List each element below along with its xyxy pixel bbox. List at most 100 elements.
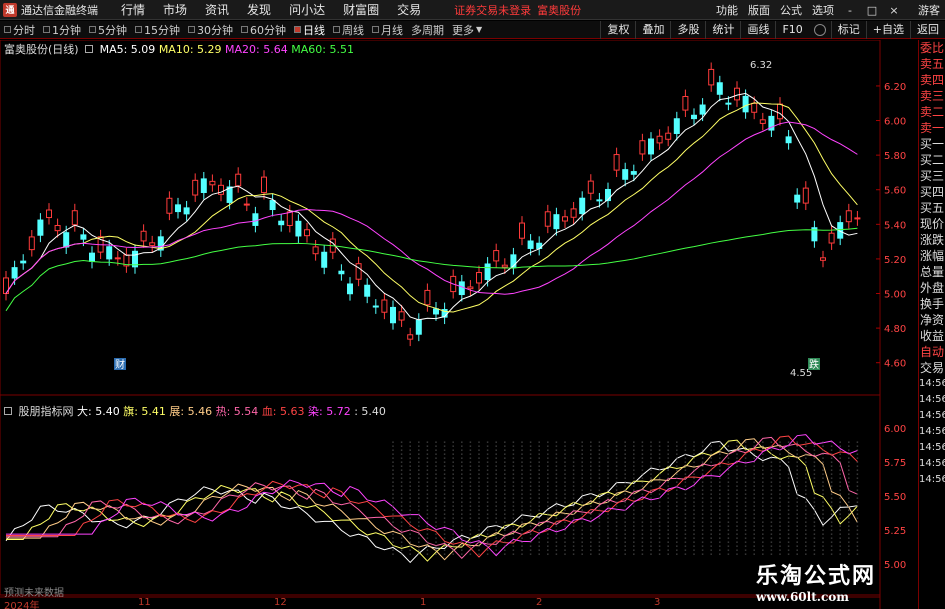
- side-sell3[interactable]: 卖三: [919, 88, 945, 104]
- side-change[interactable]: 涨跌: [919, 232, 945, 248]
- side-netasset[interactable]: 净资: [919, 312, 945, 328]
- candle-body: [192, 179, 199, 196]
- period-fenshi[interactable]: 分时: [0, 22, 39, 38]
- period-15min[interactable]: 15分钟: [131, 22, 184, 38]
- period-monthly[interactable]: 月线: [368, 22, 407, 38]
- period-60min[interactable]: 60分钟: [237, 22, 290, 38]
- period-5min[interactable]: 5分钟: [85, 22, 131, 38]
- menu-zixun[interactable]: 资讯: [196, 1, 238, 18]
- side-trade[interactable]: 交易: [919, 360, 945, 376]
- candle-body: [80, 234, 87, 240]
- close-button[interactable]: ×: [883, 4, 905, 17]
- side-volume[interactable]: 总量: [919, 264, 945, 280]
- candle-body: [183, 207, 190, 215]
- side-sell4[interactable]: 卖四: [919, 72, 945, 88]
- date-label: 2024年: [4, 601, 40, 609]
- side-time: 14:56: [919, 458, 945, 469]
- legend-ma20: MA20: 5.64: [225, 43, 288, 56]
- side-buy3[interactable]: 买三: [919, 168, 945, 184]
- candle-body: [415, 319, 422, 335]
- period-daily[interactable]: 日线: [290, 22, 329, 38]
- menu-caifuquan[interactable]: 财富圈: [334, 1, 388, 18]
- legend-ma60: MA60: 5.51: [291, 43, 354, 56]
- side-auto[interactable]: 自动: [919, 344, 945, 360]
- side-sell2[interactable]: 卖二: [919, 104, 945, 120]
- period-weekly[interactable]: 周线: [329, 22, 368, 38]
- side-sell5[interactable]: 卖五: [919, 56, 945, 72]
- side-earnings[interactable]: 收益: [919, 328, 945, 344]
- login-notice[interactable]: 证券交易未登录: [454, 2, 531, 18]
- menu-hangqing[interactable]: 行情: [112, 1, 154, 18]
- candle-body: [243, 203, 250, 206]
- tool-huaxian[interactable]: 画线: [740, 21, 775, 39]
- sub-ribbon-line: [6, 438, 858, 561]
- checkbox-icon: [333, 26, 340, 33]
- kline-chart[interactable]: 6.20 6.00 5.80 5.60 5.40 5.20 5.00 4.80 4.60 6.00…: [0, 40, 918, 609]
- candle-body: [527, 240, 534, 249]
- candle-body: [630, 171, 637, 175]
- ma20-line: [5, 121, 858, 295]
- checkbox-icon: [241, 26, 248, 33]
- sub-frame: [0, 394, 881, 596]
- candle-body: [46, 209, 52, 219]
- main-legend: 富奥股份(日线) MA5: 5.09 MA10: 5.29 MA20: 5.64…: [4, 41, 354, 57]
- period-label: 60分钟: [250, 23, 286, 37]
- menu-gongneng[interactable]: 功能: [711, 2, 743, 18]
- menu-faxian[interactable]: 发现: [238, 1, 280, 18]
- side-time: 14:56: [919, 426, 945, 437]
- tool-f10[interactable]: F10: [775, 21, 808, 39]
- sub-ribbon-line: [6, 436, 858, 560]
- tool-zixuan[interactable]: +自选: [865, 21, 910, 39]
- tool-tongji[interactable]: 统计: [705, 21, 740, 39]
- period-1min[interactable]: 1分钟: [39, 22, 85, 38]
- candle-body: [63, 232, 70, 248]
- side-pct[interactable]: 涨幅: [919, 248, 945, 264]
- side-price[interactable]: 现价: [919, 216, 945, 232]
- menu-jiaoyi[interactable]: 交易: [388, 1, 430, 18]
- candle-body: [854, 217, 861, 220]
- watermark-cn: 乐淘公式网: [756, 564, 877, 589]
- side-buy2[interactable]: 买二: [919, 152, 945, 168]
- candle-body: [562, 216, 568, 222]
- price-tick-label: 6.20: [884, 82, 906, 93]
- side-buy5[interactable]: 买五: [919, 200, 945, 216]
- candle-body: [37, 219, 44, 236]
- legend-ma10: MA10: 5.29: [158, 43, 222, 56]
- tool-diejia[interactable]: 叠加: [635, 21, 670, 39]
- checkbox-icon: [294, 26, 301, 33]
- tool-biaoji[interactable]: 标记: [830, 21, 866, 39]
- candle-body: [71, 210, 78, 226]
- tool-fuquan[interactable]: 复权: [600, 21, 635, 39]
- candle-body: [372, 305, 379, 308]
- date-label: 2: [536, 597, 543, 608]
- side-buy4[interactable]: 买四: [919, 184, 945, 200]
- side-time: 14:56: [919, 378, 945, 389]
- search-icon[interactable]: [813, 24, 826, 36]
- guest-label[interactable]: 游客: [913, 2, 945, 18]
- tool-duogu[interactable]: 多股: [670, 21, 705, 39]
- period-30min[interactable]: 30分钟: [184, 22, 237, 38]
- candle-body: [673, 118, 680, 134]
- candle-body: [252, 213, 259, 226]
- candle-body: [364, 284, 371, 297]
- minimize-button[interactable]: -: [839, 4, 861, 17]
- side-turnover[interactable]: 换手: [919, 296, 945, 312]
- tool-fanhui[interactable]: 返回: [910, 21, 945, 39]
- menu-wenxiaoda[interactable]: 问小达: [280, 1, 334, 18]
- candle-body: [467, 286, 474, 290]
- period-more[interactable]: 更多 ▼: [448, 22, 486, 38]
- maximize-button[interactable]: □: [861, 4, 883, 17]
- menu-shichang[interactable]: 市场: [154, 1, 196, 18]
- side-outer[interactable]: 外盘: [919, 280, 945, 296]
- period-multi[interactable]: 多周期: [407, 22, 448, 38]
- side-buy1[interactable]: 买一: [919, 136, 945, 152]
- side-weibi[interactable]: 委比: [919, 40, 945, 56]
- candle-body: [114, 257, 121, 260]
- sub-val-zhan: 展: 5.46: [169, 405, 213, 418]
- side-sell1[interactable]: 卖一: [919, 120, 945, 136]
- ma60-line: [5, 227, 858, 312]
- menu-xuanxiang[interactable]: 选项: [807, 2, 839, 18]
- menu-gongshi[interactable]: 公式: [775, 2, 807, 18]
- period-label: 分时: [13, 23, 35, 37]
- menu-banmian[interactable]: 版面: [743, 2, 775, 18]
